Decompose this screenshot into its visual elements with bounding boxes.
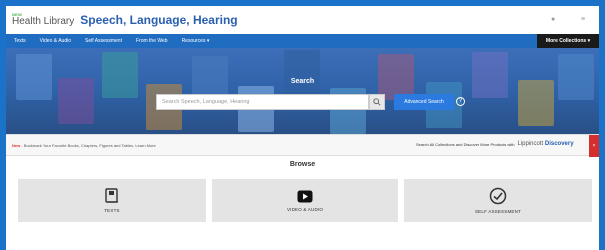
promo-new-label: New bbox=[12, 143, 21, 148]
menu-icon[interactable]: ≡ bbox=[581, 16, 585, 23]
browse-card-texts[interactable]: TEXTS bbox=[18, 179, 206, 222]
play-icon bbox=[297, 190, 313, 202]
brand-logo[interactable]: NEW Health Library bbox=[12, 13, 74, 27]
search-button[interactable] bbox=[369, 94, 385, 110]
logo-discovery: Discovery bbox=[544, 141, 574, 147]
card-label-texts: TEXTS bbox=[104, 208, 120, 213]
promo-text: - Bookmark Your Favorite Books, Chapters… bbox=[20, 143, 156, 148]
nav-item-self-assessment[interactable]: Self Assessment bbox=[85, 38, 122, 44]
logo-lippincott: Lippincott bbox=[517, 141, 544, 147]
nav-item-resources[interactable]: Resources ▾ bbox=[182, 38, 210, 44]
close-icon[interactable]: × bbox=[589, 135, 599, 157]
promo-message[interactable]: New - Bookmark Your Favorite Books, Chap… bbox=[12, 143, 156, 148]
search-icon bbox=[373, 98, 381, 106]
nav-item-texts[interactable]: Texts bbox=[14, 38, 26, 44]
brand-name: Health Library bbox=[12, 16, 75, 27]
search-heading: Search bbox=[290, 78, 315, 85]
main-nav: Texts Video & Audio Self Assessment From… bbox=[6, 34, 599, 48]
card-label-self-assessment: SELF ASSESSMENT bbox=[474, 209, 521, 214]
browse-card-video-audio[interactable]: VIDEO & AUDIO bbox=[212, 179, 398, 222]
book-icon bbox=[105, 188, 118, 203]
check-circle-icon bbox=[489, 187, 507, 205]
help-icon[interactable]: ? bbox=[456, 97, 465, 106]
user-icon[interactable]: ● bbox=[551, 16, 555, 23]
advanced-search-button[interactable]: Advanced Search bbox=[394, 94, 454, 110]
lippincott-discovery-logo: Lippincott Discovery bbox=[518, 141, 574, 147]
promo-right-text: Search All Collections and Discover More… bbox=[416, 141, 515, 147]
search-hero: Search Search Speech, Language, Hearing … bbox=[6, 48, 599, 134]
nav-item-video-audio[interactable]: Video & Audio bbox=[40, 38, 71, 44]
site-title[interactable]: Speech, Language, Hearing bbox=[80, 13, 237, 27]
promo-discovery[interactable]: Search All Collections and Discover More… bbox=[416, 141, 574, 147]
browse-card-self-assessment[interactable]: SELF ASSESSMENT bbox=[404, 179, 592, 222]
search-input[interactable]: Search Speech, Language, Hearing bbox=[156, 94, 369, 110]
promo-banner: New - Bookmark Your Favorite Books, Chap… bbox=[6, 134, 599, 157]
browse-heading: Browse bbox=[289, 161, 316, 168]
nav-item-from-the-web[interactable]: From the Web bbox=[136, 38, 168, 44]
window-frame-right bbox=[599, 0, 605, 250]
site-header: NEW Health Library Speech, Language, Hea… bbox=[6, 6, 599, 34]
card-label-video-audio: VIDEO & AUDIO bbox=[286, 206, 324, 212]
more-collections-button[interactable]: More Collections ▾ bbox=[537, 34, 599, 48]
